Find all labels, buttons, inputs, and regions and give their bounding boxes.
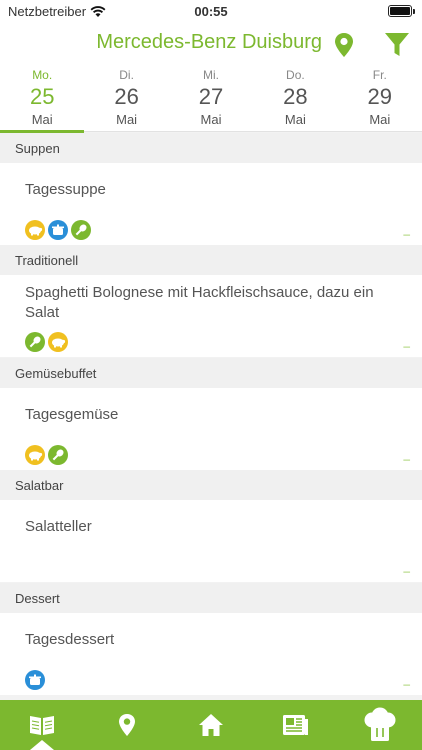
news-icon	[283, 715, 309, 735]
active-tab-indicator	[30, 740, 54, 750]
menu-item[interactable]: Tagesgemüse –	[0, 388, 422, 470]
day-tab-friday[interactable]: Fr. 29 Mai	[338, 64, 422, 132]
menu-item-icons	[25, 220, 91, 240]
tab-news[interactable]	[253, 700, 337, 750]
home-icon	[198, 714, 223, 736]
chicken-leg-icon	[25, 332, 45, 352]
day-number: 29	[367, 84, 393, 109]
clock: 00:55	[194, 4, 228, 19]
location-pin-icon[interactable]	[332, 32, 356, 58]
day-tab-thursday[interactable]: Do. 28 Mai	[253, 64, 337, 132]
day-number: 28	[283, 84, 308, 109]
day-weekday: Di.	[119, 68, 134, 82]
menu-item-price: –	[403, 564, 410, 578]
tab-menu[interactable]	[0, 700, 84, 750]
day-weekday: Fr.	[372, 68, 387, 82]
day-tab-monday[interactable]: Mo. 25 Mai	[0, 64, 85, 133]
menu-item-name: Tagessuppe	[25, 181, 106, 198]
day-number: 25	[29, 84, 55, 109]
menu-book-icon	[30, 716, 55, 735]
battery-icon	[388, 5, 415, 17]
day-tab-tuesday[interactable]: Di. 26 Mai	[84, 64, 168, 132]
menu-item-icons	[25, 332, 68, 352]
day-selector: Mo. 25 Mai Di. 26 Mai Mi. 27 Mai Do. 28 …	[0, 64, 422, 133]
pig-icon	[25, 220, 45, 240]
day-month: Mai	[116, 112, 138, 127]
chicken-leg-icon	[71, 220, 91, 240]
pig-icon	[25, 445, 45, 465]
tab-locations[interactable]	[84, 700, 168, 750]
location-pin-icon	[118, 714, 135, 736]
location-title[interactable]: Mercedes-Benz Duisburg	[96, 31, 322, 54]
day-weekday: Mo.	[32, 68, 53, 82]
day-month: Mai	[31, 112, 53, 127]
day-tab-wednesday[interactable]: Mi. 27 Mai	[169, 64, 253, 132]
menu-item-name: Tagesdessert	[25, 631, 115, 648]
menu-item-price: –	[403, 452, 410, 466]
section-header-gemuesebuffet: Gemüsebuffet	[0, 358, 422, 388]
day-month: Mai	[369, 112, 391, 127]
day-number: 26	[114, 84, 139, 109]
pig-icon	[48, 332, 68, 352]
menu-item-price: –	[403, 227, 410, 241]
day-month: Mai	[284, 112, 306, 127]
section-header-salatbar: Salatbar	[0, 470, 422, 500]
menu-item[interactable]: Tagesdessert –	[0, 613, 422, 695]
pot-icon	[25, 670, 45, 690]
day-month: Mai	[200, 112, 222, 127]
menu-item[interactable]: Tagessuppe –	[0, 163, 422, 245]
tab-chef[interactable]	[338, 700, 422, 750]
menu-item-name: Salatteller	[25, 518, 92, 535]
filter-icon[interactable]	[384, 32, 410, 58]
chef-hat-icon	[364, 707, 396, 741]
tab-home[interactable]	[169, 700, 253, 750]
menu-item-name: Spaghetti Bolognese mit Hackfleischsauce…	[25, 284, 374, 321]
section-header-dessert: Dessert	[0, 583, 422, 613]
section-header-suppen: Suppen	[0, 133, 422, 163]
day-weekday: Mi.	[202, 68, 219, 82]
day-number: 27	[198, 84, 224, 109]
status-bar: Netzbetreiber 00:55	[0, 0, 422, 24]
day-weekday: Do.	[286, 68, 305, 82]
menu-item-icons	[25, 445, 68, 465]
app-header: Mercedes-Benz Duisburg	[0, 24, 422, 64]
menu-item-price: –	[403, 677, 410, 691]
menu-item[interactable]: Salatteller –	[0, 500, 422, 582]
pot-icon	[48, 220, 68, 240]
menu-item-price: –	[403, 339, 410, 353]
menu-item[interactable]: Spaghetti Bolognese mit Hackfleischsauce…	[0, 275, 422, 357]
menu-item-name: Tagesgemüse	[25, 406, 119, 423]
bottom-tab-bar	[0, 700, 422, 750]
menu-item-icons	[25, 670, 45, 690]
section-header-traditionell: Traditionell	[0, 245, 422, 275]
chicken-leg-icon	[48, 445, 68, 465]
